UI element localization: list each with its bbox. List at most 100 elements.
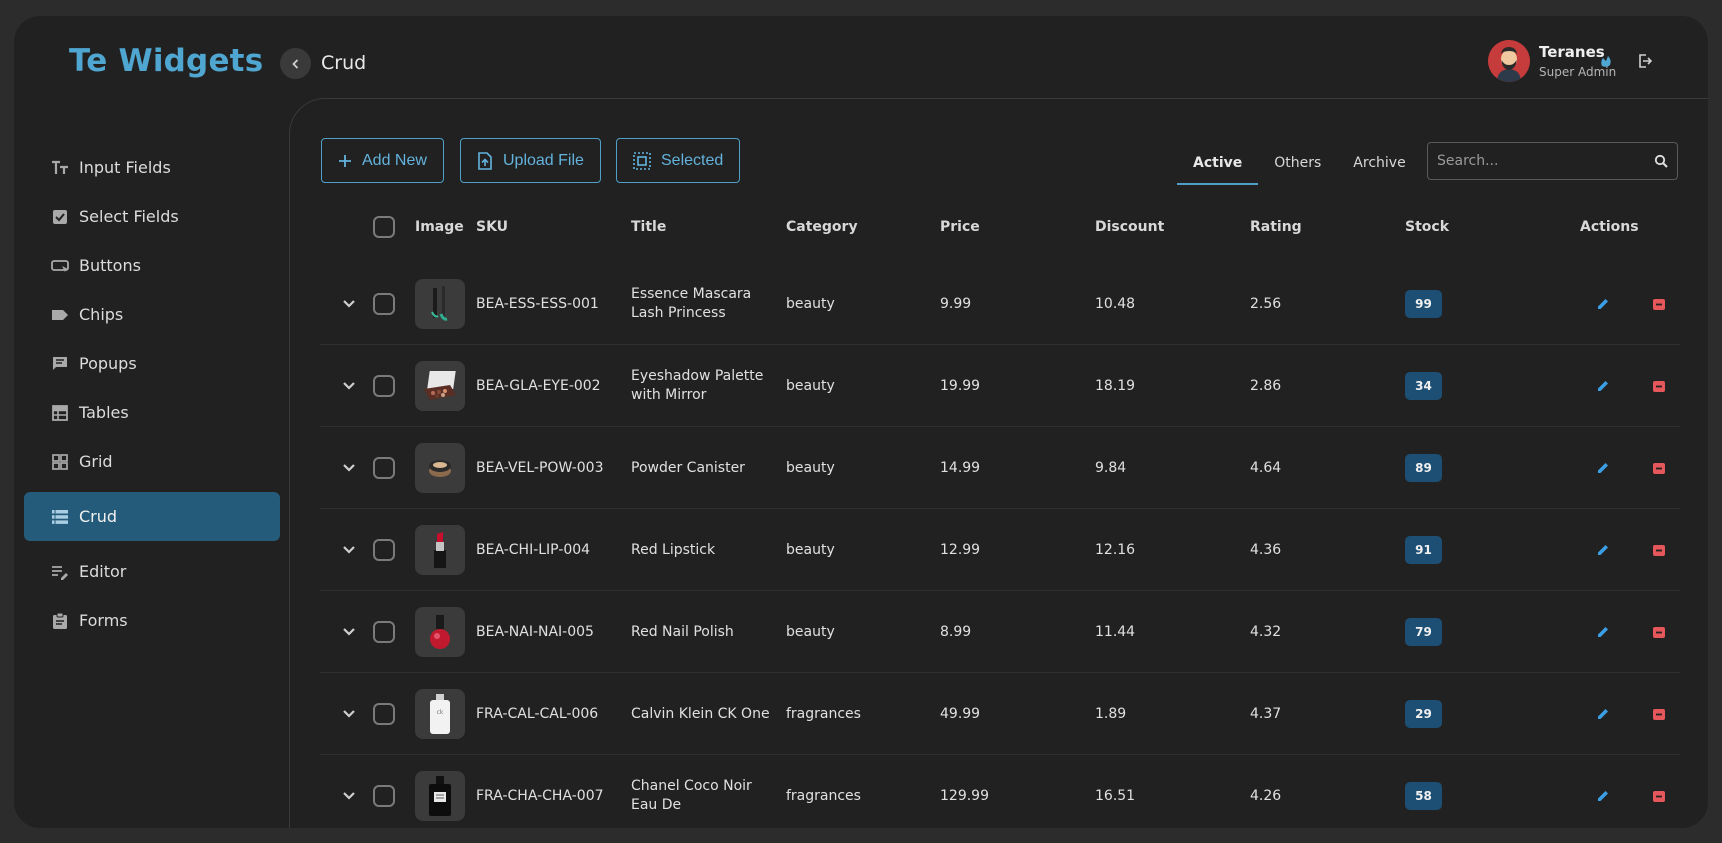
table-row: BEA-NAI-NAI-005 Red Nail Polish beauty 8.99… [320, 591, 1680, 673]
cell-category: beauty [786, 460, 835, 476]
sidebar-item-label: Popups [79, 354, 137, 373]
row-checkbox[interactable] [373, 621, 395, 643]
sidebar-item-label: Chips [79, 305, 124, 324]
sidebar-item-popups[interactable]: Popups [24, 339, 280, 388]
cell-sku: BEA-ESS-ESS-001 [476, 296, 599, 312]
delete-icon[interactable] [1652, 789, 1666, 803]
text-format-icon [51, 159, 69, 177]
product-thumbnail [415, 279, 465, 329]
user-avatar-icon [1488, 40, 1530, 82]
delete-icon[interactable] [1652, 625, 1666, 639]
product-thumbnail [415, 361, 465, 411]
back-button[interactable] [280, 48, 311, 79]
row-checkbox[interactable] [373, 703, 395, 725]
clipboard-icon [51, 612, 69, 630]
delete-icon[interactable] [1652, 297, 1666, 311]
row-actions [1596, 345, 1666, 427]
tab-others[interactable]: Others [1258, 151, 1337, 185]
tab-active[interactable]: Active [1177, 151, 1259, 185]
row-checkbox-cell [373, 263, 395, 345]
header-rating[interactable]: Rating [1250, 213, 1302, 251]
edit-icon[interactable] [1596, 297, 1610, 311]
expand-row-chevron-icon[interactable] [342, 673, 358, 755]
product-image-cell: ck [415, 673, 465, 755]
sidebar: Input Fields Select Fields Buttons Chips Pop… [24, 143, 280, 645]
chat-bubble-icon [51, 355, 69, 373]
stock-badge: 99 [1405, 290, 1442, 318]
cell-sku: BEA-GLA-EYE-002 [476, 378, 601, 394]
theme-toggle-icon[interactable] [1597, 52, 1615, 70]
row-checkbox[interactable] [373, 375, 395, 397]
sidebar-item-editor[interactable]: Editor [24, 547, 280, 596]
table-body: BEA-ESS-ESS-001 Essence Mascara Lash Prin… [320, 263, 1680, 828]
header-stock[interactable]: Stock [1405, 213, 1449, 251]
table-row: BEA-GLA-EYE-002 Eyeshadow Palette with Mi… [320, 345, 1680, 427]
expand-row-chevron-icon[interactable] [342, 345, 358, 427]
cell-discount: 1.89 [1095, 706, 1127, 722]
tab-archive[interactable]: Archive [1337, 151, 1421, 185]
cell-category: beauty [786, 624, 835, 640]
status-tabs: Active Others Archive [1177, 151, 1422, 185]
expand-row-chevron-icon[interactable] [342, 591, 358, 673]
cell-price: 12.99 [940, 542, 981, 558]
selected-button[interactable]: Selected [616, 138, 741, 183]
header-price[interactable]: Price [940, 213, 980, 251]
delete-icon[interactable] [1652, 461, 1666, 475]
sidebar-item-forms[interactable]: Forms [24, 596, 280, 645]
expand-row-chevron-icon[interactable] [342, 263, 358, 345]
cell-discount: 12.16 [1095, 542, 1136, 558]
upload-file-button[interactable]: Upload File [460, 138, 601, 183]
sidebar-item-tables[interactable]: Tables [24, 388, 280, 437]
add-new-button[interactable]: Add New [321, 138, 444, 183]
avatar[interactable] [1488, 40, 1530, 82]
svg-text:ck: ck [437, 709, 444, 716]
row-checkbox[interactable] [373, 785, 395, 807]
sidebar-item-select-fields[interactable]: Select Fields [24, 192, 280, 241]
product-image-cell [415, 755, 465, 828]
cell-stock: 58 [1405, 755, 1442, 828]
sidebar-item-crud[interactable]: Crud [24, 492, 280, 541]
expand-row-chevron-icon[interactable] [342, 755, 358, 828]
logout-icon[interactable] [1636, 52, 1654, 70]
sidebar-item-input-fields[interactable]: Input Fields [24, 143, 280, 192]
plus-icon [338, 154, 352, 168]
header-category[interactable]: Category [786, 213, 858, 251]
row-checkbox-cell [373, 509, 395, 591]
sidebar-item-chips[interactable]: Chips [24, 290, 280, 339]
edit-icon[interactable] [1596, 707, 1610, 721]
header-sku[interactable]: SKU [476, 213, 508, 251]
cell-stock: 91 [1405, 509, 1442, 591]
cell-rating: 4.64 [1250, 460, 1282, 476]
row-checkbox[interactable] [373, 457, 395, 479]
cell-category: fragrances [786, 788, 861, 804]
row-checkbox[interactable] [373, 293, 395, 315]
header-title[interactable]: Title [631, 213, 666, 251]
search-input[interactable] [1437, 153, 1654, 169]
edit-icon[interactable] [1596, 625, 1610, 639]
header-image: Image [415, 219, 464, 235]
edit-icon[interactable] [1596, 543, 1610, 557]
delete-icon[interactable] [1652, 707, 1666, 721]
row-checkbox-cell [373, 427, 395, 509]
selected-label: Selected [661, 151, 724, 169]
expand-row-chevron-icon[interactable] [342, 427, 358, 509]
cell-title: Red Lipstick [631, 541, 716, 558]
edit-icon[interactable] [1596, 461, 1610, 475]
sidebar-item-grid[interactable]: Grid [24, 437, 280, 486]
row-actions [1596, 263, 1666, 345]
select-all-checkbox[interactable] [373, 216, 395, 238]
cell-stock: 79 [1405, 591, 1442, 673]
delete-icon[interactable] [1652, 543, 1666, 557]
edit-icon[interactable] [1596, 789, 1610, 803]
search-box [1427, 142, 1678, 180]
search-icon[interactable] [1654, 154, 1668, 168]
expand-row-chevron-icon[interactable] [342, 509, 358, 591]
sidebar-item-buttons[interactable]: Buttons [24, 241, 280, 290]
delete-icon[interactable] [1652, 379, 1666, 393]
stock-badge: 58 [1405, 782, 1442, 810]
row-checkbox[interactable] [373, 539, 395, 561]
edit-icon[interactable] [1596, 379, 1610, 393]
cell-stock: 89 [1405, 427, 1442, 509]
edit-notes-icon [51, 563, 69, 581]
header-discount[interactable]: Discount [1095, 213, 1164, 251]
